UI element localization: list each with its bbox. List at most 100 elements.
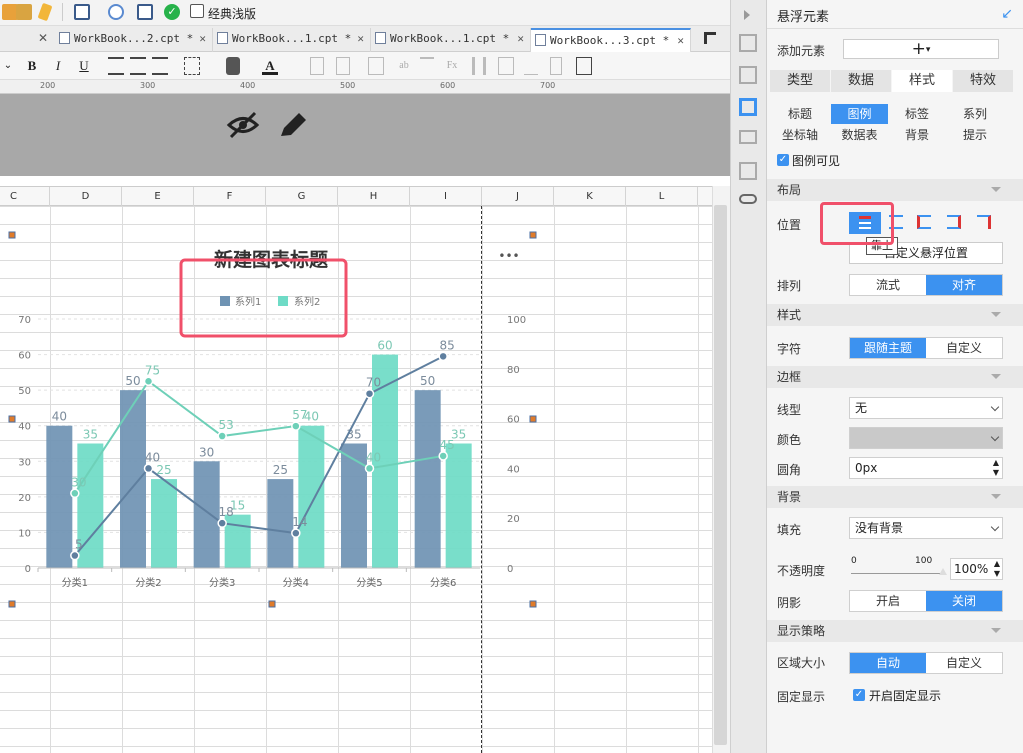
opacity-slider-thumb[interactable] [939, 568, 947, 575]
area-auto[interactable]: 自动 [850, 653, 926, 673]
close-icon[interactable]: ✕ [38, 31, 48, 45]
classic-theme-label[interactable]: 经典浅版 [208, 5, 256, 22]
formula-icon[interactable]: Fx [444, 57, 460, 75]
tab-workbook-1a[interactable]: WorkBook...1.cpt * ✕ [213, 28, 371, 52]
more-options-icon[interactable]: ••• [498, 249, 519, 263]
subtab-tooltip[interactable]: 提示 [947, 125, 1003, 145]
area-toggle[interactable]: 自动 自定义 [849, 652, 1003, 674]
chevron-down-icon[interactable] [991, 312, 1001, 317]
slash-icon[interactable] [524, 57, 538, 75]
tab-menu-icon[interactable] [704, 32, 716, 44]
column-header-g[interactable]: G [266, 187, 338, 207]
edit-icon[interactable] [277, 110, 309, 140]
fill-color-icon[interactable] [226, 57, 240, 75]
bold-button[interactable]: B [24, 57, 40, 75]
hide-icon[interactable] [226, 110, 260, 140]
font-color-icon[interactable]: A [262, 57, 278, 75]
radius-input[interactable]: 0px ▲ ▼ [849, 457, 1003, 479]
preview-icon[interactable] [74, 4, 90, 20]
table-icon[interactable] [336, 57, 350, 75]
align-center-icon[interactable] [130, 57, 146, 75]
subtab-legend[interactable]: 图例 [831, 104, 888, 124]
opacity-input[interactable]: 100% ▲ ▼ [950, 558, 1003, 580]
column-header-k[interactable]: K [554, 187, 626, 207]
close-icon[interactable]: ✕ [517, 28, 524, 50]
shadow-toggle[interactable]: 开启 关闭 [849, 590, 1003, 612]
chevron-down-icon[interactable] [991, 494, 1001, 499]
cell-attr-icon[interactable] [739, 66, 757, 84]
search-preview-icon[interactable] [137, 4, 153, 20]
char-custom[interactable]: 自定义 [926, 338, 1002, 358]
column-header-i[interactable]: I [410, 187, 482, 207]
debug-icon[interactable] [108, 4, 124, 20]
tab-data[interactable]: 数据 [831, 70, 891, 92]
column-header-f[interactable]: F [194, 187, 266, 207]
fill-select[interactable]: 没有背景 [849, 517, 1003, 539]
chevron-down-icon[interactable] [991, 374, 1001, 379]
image-icon[interactable] [498, 57, 514, 75]
add-element-button[interactable]: +▾ [843, 39, 999, 59]
column-header-l[interactable]: L [626, 187, 698, 207]
column-header-d[interactable]: D [50, 187, 122, 207]
position-right-icon[interactable] [947, 215, 961, 229]
tab-workbook-1b[interactable]: WorkBook...1.cpt * ✕ [371, 28, 531, 52]
subtab-datatable[interactable]: 数据表 [831, 125, 888, 145]
area-custom[interactable]: 自定义 [926, 653, 1002, 673]
column-header-c[interactable]: C [0, 187, 50, 207]
column-header-h[interactable]: H [338, 187, 410, 207]
paste-icon[interactable] [16, 4, 32, 20]
frame-icon[interactable] [576, 57, 592, 75]
subreport-icon[interactable] [550, 57, 562, 75]
stepper-icon[interactable]: ▲ ▼ [994, 559, 1000, 579]
color-select[interactable] [849, 427, 1003, 449]
float-element-icon[interactable] [739, 98, 757, 116]
position-top-right-icon[interactable] [977, 215, 991, 229]
widget-icon[interactable] [739, 130, 757, 144]
close-icon[interactable]: ✕ [357, 28, 364, 50]
underline-button[interactable]: U [76, 57, 92, 75]
cell-element-icon[interactable] [739, 34, 757, 52]
subtab-axis[interactable]: 坐标轴 [770, 125, 830, 145]
scrollbar-thumb[interactable] [714, 205, 727, 745]
column-header-e[interactable]: E [122, 187, 194, 207]
paragraph-icon[interactable] [420, 57, 434, 75]
close-icon[interactable]: ✕ [199, 28, 206, 50]
chart[interactable]: 403550253015254035605035 540181470853075… [0, 206, 712, 753]
merge-icon[interactable] [310, 57, 324, 75]
insert-icon[interactable] [368, 57, 384, 75]
tab-type[interactable]: 类型 [770, 70, 830, 92]
line-type-select[interactable]: 无 [849, 397, 1003, 419]
chevron-down-icon[interactable] [991, 187, 1001, 192]
theme-icon[interactable] [190, 4, 204, 18]
text-icon[interactable]: ab [396, 57, 412, 75]
position-left-icon[interactable] [917, 215, 931, 229]
link-icon[interactable] [739, 194, 757, 204]
opacity-slider[interactable] [851, 573, 945, 574]
chart-legend[interactable]: 系列1 系列2 [220, 295, 320, 308]
chevron-down-icon[interactable]: ⌄ [2, 57, 14, 75]
tab-effect[interactable]: 特效 [953, 70, 1013, 92]
format-painter-icon[interactable] [37, 2, 53, 22]
stepper-icon[interactable]: ▲ ▼ [993, 458, 999, 478]
collapse-icon[interactable]: ↙ [1001, 6, 1013, 22]
fixed-display-checkbox[interactable]: ✓ [853, 689, 865, 701]
legend-visible-checkbox[interactable]: ✓ [777, 154, 789, 166]
chart-icon[interactable] [472, 57, 486, 75]
chevron-down-icon[interactable] [991, 628, 1001, 633]
tab-workbook-2[interactable]: WorkBook...2.cpt * ✕ [55, 28, 213, 52]
align-right-icon[interactable] [152, 57, 168, 75]
char-toggle[interactable]: 跟随主题 自定义 [849, 337, 1003, 359]
char-follow-theme[interactable]: 跟随主题 [850, 338, 926, 358]
border-icon[interactable] [184, 57, 200, 75]
expand-icon[interactable] [744, 10, 750, 20]
check-icon[interactable]: ✓ [164, 4, 180, 20]
italic-button[interactable]: I [50, 57, 66, 75]
tab-style[interactable]: 样式 [892, 70, 952, 92]
subtab-label[interactable]: 标签 [891, 104, 943, 124]
align-left-icon[interactable] [108, 57, 124, 75]
column-header-j[interactable]: J [482, 187, 554, 207]
subtab-title[interactable]: 标题 [770, 104, 830, 124]
arrange-align[interactable]: 对齐 [926, 275, 1002, 295]
shadow-off[interactable]: 关闭 [926, 591, 1002, 611]
tab-workbook-3[interactable]: WorkBook...3.cpt * ✕ [531, 28, 691, 52]
